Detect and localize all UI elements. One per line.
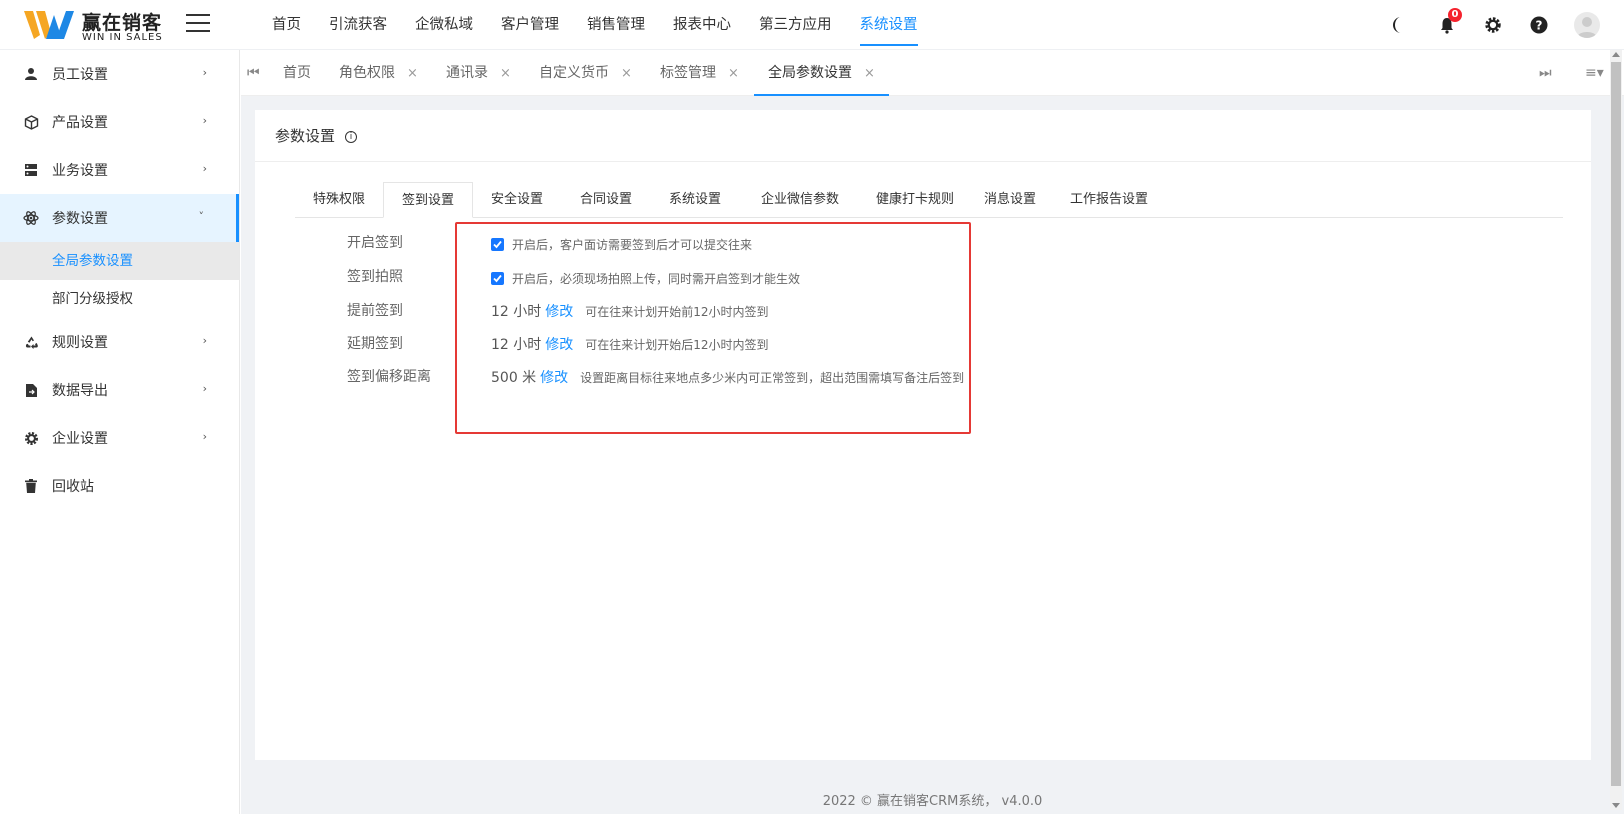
file-export-icon (22, 381, 40, 399)
topnav-customers[interactable]: 客户管理 (501, 0, 559, 50)
sidebar-item-employee-settings[interactable]: 员工设置 › (0, 50, 239, 98)
top-bar: 赢在销客 WIN IN SALES 首页 引流获客 企微私域 客户管理 销售管理… (0, 0, 1624, 50)
tab-role-permissions[interactable]: 角色权限 × (339, 50, 418, 96)
topnav-third-party[interactable]: 第三方应用 (759, 0, 832, 50)
chevron-right-icon: › (202, 334, 207, 347)
page-tabs-bar: ⏮ 首页 角色权限 × 通讯录 × 自定义货币 × 标签管理 × 全局参数设置 × ⏭ ≡… (241, 50, 1624, 96)
setting-label-enable-checkin: 开启签到 (347, 235, 403, 251)
close-icon[interactable]: × (864, 66, 875, 81)
setting-label-checkin-distance: 签到偏移距离 (347, 369, 431, 385)
help-question-icon[interactable]: ? (1528, 14, 1550, 36)
chevron-right-icon: › (202, 382, 207, 395)
user-avatar[interactable] (1574, 12, 1600, 38)
cube-icon (22, 113, 40, 131)
notification-badge: 0 (1448, 8, 1462, 22)
subtab-system-settings[interactable]: 系统设置 (651, 182, 739, 218)
tabs-scroll-first-icon[interactable]: ⏮ (247, 50, 260, 96)
server-icon (22, 161, 40, 179)
subtab-wecom-params[interactable]: 企业微信参数 (739, 182, 861, 218)
scroll-up-icon[interactable] (1612, 52, 1620, 57)
topnav-sales[interactable]: 销售管理 (587, 0, 645, 50)
dark-mode-moon-icon[interactable] (1390, 14, 1412, 36)
subtab-checkin-settings[interactable]: 签到设置 (383, 182, 473, 218)
trash-icon (22, 477, 40, 495)
sidebar-item-label: 数据导出 (52, 383, 108, 399)
subtab-work-report-settings[interactable]: 工作报告设置 (1051, 182, 1167, 218)
subtab-security-settings[interactable]: 安全设置 (473, 182, 561, 218)
menu-toggle-icon[interactable] (186, 14, 210, 36)
tab-custom-currency[interactable]: 自定义货币 × (539, 50, 632, 96)
page-scrollbar[interactable] (1610, 50, 1622, 810)
main-area: ⏮ 首页 角色权限 × 通讯录 × 自定义货币 × 标签管理 × 全局参数设置 × ⏭ ≡… (241, 50, 1624, 814)
close-icon[interactable]: × (728, 66, 739, 81)
scrollbar-thumb[interactable] (1611, 62, 1621, 786)
setting-label-late-checkin: 延期签到 (347, 336, 403, 352)
tab-global-params[interactable]: 全局参数设置 × (754, 50, 889, 96)
topnav-reports[interactable]: 报表中心 (673, 0, 731, 50)
topnav-home[interactable]: 首页 (272, 0, 301, 50)
chevron-right-icon: › (202, 430, 207, 443)
notification-bell-icon[interactable]: 0 (1436, 8, 1462, 36)
top-actions: 0 ? (1390, 0, 1624, 50)
user-icon (22, 65, 40, 83)
tab-home[interactable]: 首页 (283, 50, 311, 96)
close-icon[interactable]: × (621, 66, 632, 81)
tabs-menu-dropdown-icon[interactable]: ≡▾ (1585, 50, 1604, 96)
chevron-down-icon: ˅ (198, 210, 205, 223)
sidebar-subitem-global-params[interactable]: 全局参数设置 (0, 242, 239, 280)
sidebar-item-label: 业务设置 (52, 163, 108, 179)
sidebar: 员工设置 › 产品设置 › 业务设置 › 参数设置 ˅ 全局参数设置 部门分级授… (0, 50, 240, 814)
sidebar-item-label: 参数设置 (52, 211, 108, 227)
atom-icon (22, 209, 40, 227)
tabs-scroll-last-icon[interactable]: ⏭ (1539, 50, 1552, 96)
close-icon[interactable]: × (407, 66, 418, 81)
settings-gear-icon[interactable] (1482, 14, 1504, 36)
footer: 2022 © 赢在销客CRM系统， v4.0.0 (822, 794, 1043, 809)
gear-icon (22, 429, 40, 447)
sidebar-item-label: 产品设置 (52, 115, 108, 131)
sidebar-item-rule-settings[interactable]: 规则设置 › (0, 318, 239, 366)
logo-subtext: WIN IN SALES (82, 32, 163, 43)
highlight-box (455, 222, 971, 434)
topnav-acquisition[interactable]: 引流获客 (329, 0, 387, 50)
close-icon[interactable]: × (500, 66, 511, 81)
subtab-contract-settings[interactable]: 合同设置 (561, 182, 651, 218)
logo[interactable]: 赢在销客 WIN IN SALES (24, 6, 184, 44)
logo-text: 赢在销客 (82, 12, 163, 34)
setting-label-checkin-photo: 签到拍照 (347, 269, 403, 285)
sidebar-item-business-settings[interactable]: 业务设置 › (0, 146, 239, 194)
chevron-right-icon: › (202, 66, 207, 79)
sidebar-item-label: 企业设置 (52, 431, 108, 447)
sidebar-item-product-settings[interactable]: 产品设置 › (0, 98, 239, 146)
sidebar-item-label: 规则设置 (52, 335, 108, 351)
sidebar-item-recycle-bin[interactable]: 回收站 (0, 462, 239, 510)
chevron-right-icon: › (202, 114, 207, 127)
logo-mark-icon (24, 11, 74, 39)
sidebar-item-label: 员工设置 (52, 67, 108, 83)
svg-text:?: ? (1536, 19, 1543, 33)
top-nav: 首页 引流获客 企微私域 客户管理 销售管理 报表中心 第三方应用 系统设置 (258, 0, 932, 50)
setting-label-early-checkin: 提前签到 (347, 303, 403, 319)
sidebar-item-data-export[interactable]: 数据导出 › (0, 366, 239, 414)
sidebar-item-enterprise-settings[interactable]: 企业设置 › (0, 414, 239, 462)
sidebar-subitem-dept-authorization[interactable]: 部门分级授权 (0, 280, 239, 318)
page-header: 参数设置 i (255, 110, 1591, 162)
page-title: 参数设置 (275, 127, 336, 145)
info-icon[interactable]: i (345, 130, 358, 143)
scroll-down-icon[interactable] (1612, 803, 1620, 808)
settings-subtabs: 特殊权限 签到设置 安全设置 合同设置 系统设置 企业微信参数 健康打卡规则 消… (295, 182, 1563, 218)
subtab-message-settings[interactable]: 消息设置 (969, 182, 1051, 218)
topnav-system-settings[interactable]: 系统设置 (859, 0, 918, 50)
recycle-icon (22, 333, 40, 351)
topnav-private-domain[interactable]: 企微私域 (415, 0, 473, 50)
subtab-health-checkin-rules[interactable]: 健康打卡规则 (861, 182, 969, 218)
tab-contacts[interactable]: 通讯录 × (446, 50, 511, 96)
sidebar-item-label: 回收站 (52, 479, 94, 495)
subtab-special-permissions[interactable]: 特殊权限 (295, 182, 383, 218)
tab-tag-management[interactable]: 标签管理 × (660, 50, 739, 96)
settings-panel: 参数设置 i 特殊权限 签到设置 安全设置 合同设置 系统设置 企业微信参数 健康… (255, 110, 1591, 760)
chevron-right-icon: › (202, 162, 207, 175)
sidebar-item-parameter-settings[interactable]: 参数设置 ˅ (0, 194, 239, 242)
